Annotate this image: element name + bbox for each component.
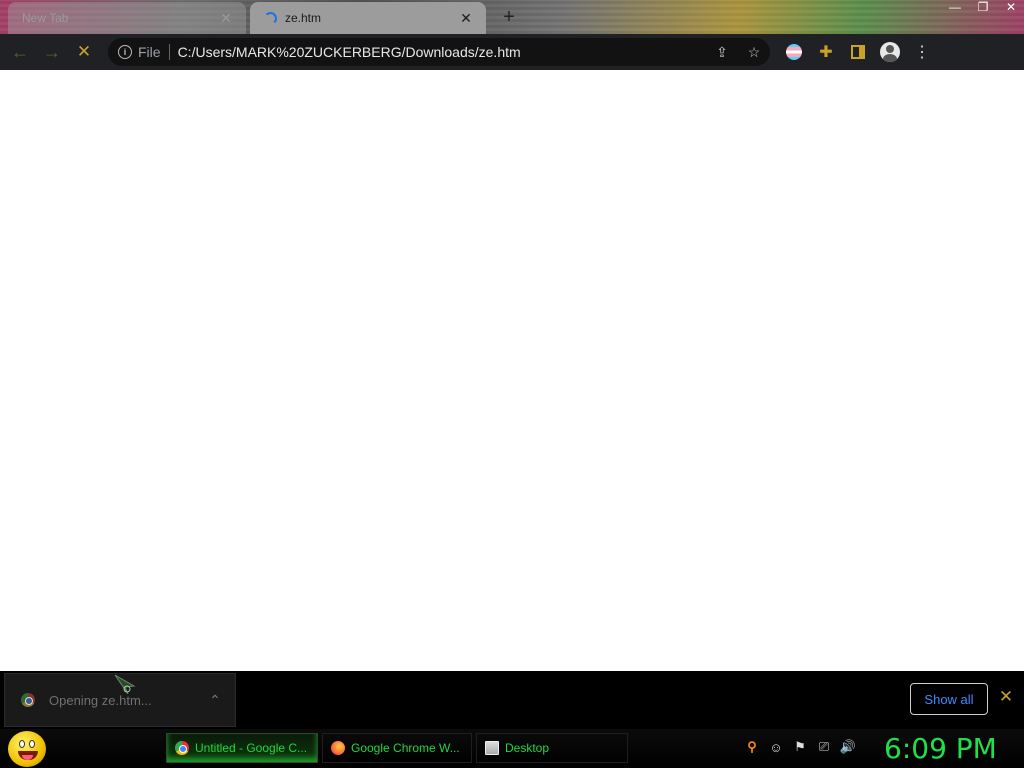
restore-icon[interactable]: ❐ bbox=[976, 0, 990, 14]
network-icon[interactable]: ⎚ bbox=[816, 739, 832, 755]
close-window-icon[interactable]: ✕ bbox=[1004, 0, 1018, 14]
url-text[interactable]: C:/Users/MARK%20ZUCKERBERG/Downloads/ze.… bbox=[178, 44, 706, 60]
taskbar-item-label: Untitled - Google C... bbox=[195, 741, 308, 755]
forward-button[interactable]: → bbox=[36, 36, 68, 68]
tab-strip: New Tab ✕ ze.htm ✕ + — ❐ ✕ bbox=[0, 0, 1024, 34]
taskbar-item-firefox[interactable]: Google Chrome W... bbox=[322, 733, 472, 763]
url-scheme-label: File bbox=[138, 44, 161, 60]
new-tab-button[interactable]: + bbox=[498, 7, 520, 29]
taskbar-item-chrome[interactable]: Untitled - Google C... bbox=[166, 733, 318, 763]
tab-title: ze.htm bbox=[285, 11, 322, 25]
page-content[interactable] bbox=[0, 70, 1024, 671]
desktop-icon bbox=[485, 741, 499, 755]
divider bbox=[168, 44, 170, 60]
tab-new-tab[interactable]: New Tab ✕ bbox=[8, 2, 246, 34]
taskbar-clock[interactable]: 6:09 PM bbox=[884, 732, 997, 765]
show-all-button[interactable]: Show all bbox=[910, 683, 988, 715]
action-center-flag-icon[interactable]: ⚑ bbox=[792, 739, 808, 755]
search-icon[interactable]: ⚲ bbox=[744, 739, 760, 755]
menu-kebab-icon[interactable]: ⋮ bbox=[906, 36, 938, 68]
download-shelf: Opening ze.htm... ⌃ Show all ✕ bbox=[0, 671, 1024, 729]
chevron-up-icon[interactable]: ⌃ bbox=[195, 692, 235, 709]
share-icon[interactable]: ⇪ bbox=[706, 44, 738, 61]
chrome-icon bbox=[21, 693, 35, 707]
close-tab-icon[interactable]: ✕ bbox=[458, 10, 474, 26]
close-tab-icon[interactable]: ✕ bbox=[218, 10, 234, 26]
tab-title: New Tab bbox=[22, 11, 69, 25]
bookmark-star-icon[interactable]: ☆ bbox=[738, 44, 770, 61]
profile-avatar-icon[interactable] bbox=[874, 36, 906, 68]
loading-spinner-icon bbox=[264, 11, 277, 25]
browser-toolbar: ← → ✕ i File C:/Users/MARK%20ZUCKERBERG/… bbox=[0, 34, 1024, 70]
flag-extension-icon[interactable] bbox=[778, 36, 810, 68]
address-bar[interactable]: i File C:/Users/MARK%20ZUCKERBERG/Downlo… bbox=[108, 38, 770, 66]
side-panel-icon[interactable] bbox=[842, 36, 874, 68]
back-button[interactable]: ← bbox=[4, 36, 36, 68]
volume-icon[interactable]: 🔊 bbox=[840, 739, 856, 755]
taskbar-item-desktop[interactable]: Desktop bbox=[476, 733, 628, 763]
window-controls: — ❐ ✕ bbox=[948, 0, 1018, 14]
taskbar-item-label: Google Chrome W... bbox=[351, 741, 460, 755]
system-tray: ⚲ ☺ ⚑ ⎚ 🔊 bbox=[744, 739, 856, 755]
extensions-puzzle-icon[interactable]: ✚ bbox=[810, 36, 842, 68]
messenger-icon[interactable]: ☺ bbox=[768, 739, 784, 755]
minimize-icon[interactable]: — bbox=[948, 0, 962, 14]
tab-ze-htm[interactable]: ze.htm ✕ bbox=[250, 2, 486, 34]
close-shelf-icon[interactable]: ✕ bbox=[996, 687, 1016, 711]
firefox-icon bbox=[331, 741, 345, 755]
stop-loading-button[interactable]: ✕ bbox=[68, 36, 100, 68]
chrome-icon bbox=[175, 741, 189, 755]
site-info-icon[interactable]: i bbox=[118, 45, 132, 59]
taskbar-item-label: Desktop bbox=[505, 741, 550, 755]
start-smiley-icon[interactable] bbox=[8, 731, 46, 767]
taskbar: Untitled - Google C... Google Chrome W..… bbox=[0, 729, 1024, 768]
